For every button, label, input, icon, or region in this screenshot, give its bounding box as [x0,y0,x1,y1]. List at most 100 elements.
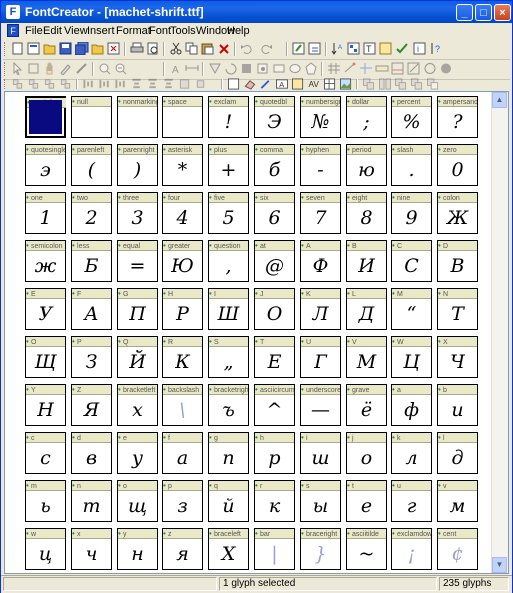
menu-tools[interactable]: Tools [170,25,196,37]
rectangle-icon[interactable] [272,62,286,75]
font-properties-icon[interactable] [308,42,322,55]
glyph-cell[interactable]: • underscore — [300,384,341,426]
same-size-icon[interactable] [178,78,192,90]
brush-icon[interactable] [259,78,273,90]
glyph-cell[interactable]: • eight 8 [346,192,387,234]
glyph-cell[interactable]: • space [162,96,203,138]
glyph-cell[interactable]: • L Д [346,288,387,330]
glyph-cell[interactable]: • equal = [117,240,158,282]
pointer-tool-icon[interactable] [11,62,25,75]
scroll-down-arrow[interactable]: ▼ [492,557,507,573]
glyph-cell[interactable]: • f а [162,432,203,474]
glyph-cell[interactable]: • h р [254,432,295,474]
knife-tool-icon[interactable] [75,62,89,75]
glyph-cell[interactable]: • cent ¢ [437,528,478,570]
menu-help[interactable]: Help [227,25,250,37]
contour-tool-icon[interactable] [27,62,41,75]
save-icon[interactable] [59,42,73,55]
menu-format[interactable]: Format [116,25,151,37]
glyph-cell[interactable]: • less Б [71,240,112,282]
glyph-cell[interactable]: • e у [117,432,158,474]
glyph-cell[interactable]: • u г [391,480,432,522]
glyph-cell[interactable]: • g п [208,432,249,474]
pen-tool-icon[interactable] [59,62,73,75]
toolbar-grip[interactable] [4,79,8,89]
glyph-cell[interactable]: • notdef [25,96,66,138]
image-icon[interactable] [339,78,353,90]
glyph-cell[interactable]: • semicolon ж [25,240,66,282]
glyph-cell[interactable]: • period ю [346,144,387,186]
glyph-cell[interactable]: • parenright) [117,144,158,186]
glyph-cell[interactable]: • seven 7 [300,192,341,234]
document-icon[interactable]: F [7,24,19,37]
mapping-icon[interactable] [347,42,361,55]
print-icon[interactable] [130,42,144,55]
help-icon[interactable]: ? [429,42,443,55]
redo-icon[interactable] [259,42,273,55]
glyph-cell[interactable]: • d в [71,432,112,474]
glyph-cell[interactable]: • comma б [254,144,295,186]
new-icon[interactable] [11,42,25,55]
spacing-icon[interactable] [185,62,199,75]
glyph-cell[interactable]: • percent% [391,96,432,138]
app-icon[interactable]: F [6,5,20,19]
grid-icon[interactable] [327,62,341,75]
distribute-vertical-icon[interactable] [130,78,144,90]
hint-icon[interactable] [407,62,421,75]
align-center-icon[interactable] [27,78,41,90]
open-icon[interactable] [43,42,57,55]
glyph-cell[interactable]: • G П [117,288,158,330]
glyph-cell[interactable]: • asterisk * [162,144,203,186]
glyph-cell[interactable]: • five 5 [208,192,249,234]
snap-icon[interactable] [343,62,357,75]
glyph-cell[interactable]: • E У [25,288,66,330]
glyph-cell[interactable]: • s ы [300,480,341,522]
menu-font[interactable]: Font [149,25,171,37]
glyph-cell[interactable]: • I Ш [208,288,249,330]
character-map-icon[interactable] [323,78,337,90]
minimize-button[interactable]: _ [456,4,473,21]
glyph-cell[interactable]: • nine 9 [391,192,432,234]
glyph-cell[interactable]: • a ф [391,384,432,426]
glyph-cell[interactable]: • X Ч [437,336,478,378]
glyph-cell[interactable]: • m ь [25,480,66,522]
glyph-cell[interactable]: • v м [437,480,478,522]
glyph-cell[interactable]: • i ш [300,432,341,474]
glyph-cell[interactable]: • greater Ю [162,240,203,282]
intersect-icon[interactable] [410,78,424,90]
union-icon[interactable] [394,78,408,90]
copy-icon[interactable] [185,42,199,55]
flip-icon[interactable] [208,62,222,75]
glyph-cell[interactable]: • exclam! [208,96,249,138]
guidelines-icon[interactable] [359,62,373,75]
glyph-cell[interactable]: • R К [162,336,203,378]
glyph-cell[interactable]: • braceright} [300,528,341,570]
paste-icon[interactable] [201,42,215,55]
glyph-cell[interactable]: • O Щ [25,336,66,378]
install-font-icon[interactable] [379,42,393,55]
glyph-cell[interactable]: • b и [437,384,478,426]
open-folder-icon[interactable] [91,42,105,55]
glyph-cell[interactable]: • quotesingle э [25,144,66,186]
glyph-cell[interactable]: • r к [254,480,295,522]
kerning-icon[interactable]: AV [307,78,321,90]
vertical-scrollbar[interactable]: ▲ ▼ [491,92,508,573]
glyph-cell[interactable]: • V М [346,336,387,378]
toolbar-grip[interactable] [4,42,8,56]
transform-icon[interactable] [291,78,305,90]
glyph-cell[interactable]: • colon Ж [437,192,478,234]
glyph-cell[interactable]: • two 2 [71,192,112,234]
new-font-icon[interactable] [27,42,41,55]
maximize-button[interactable]: □ [475,4,492,21]
select-all-icon[interactable] [240,62,254,75]
validate-icon[interactable] [395,42,409,55]
split-icon[interactable] [378,78,392,90]
glyph-cell[interactable]: • dollar; [346,96,387,138]
glyph-cell[interactable]: • p з [162,480,203,522]
glyph-cell[interactable]: • plus + [208,144,249,186]
undo-icon[interactable] [240,42,254,55]
glyph-cell[interactable]: • J О [254,288,295,330]
align-bottom-icon[interactable] [98,78,112,90]
glyph-cell[interactable]: • n т [71,480,112,522]
menu-insert[interactable]: Insert [87,25,115,37]
